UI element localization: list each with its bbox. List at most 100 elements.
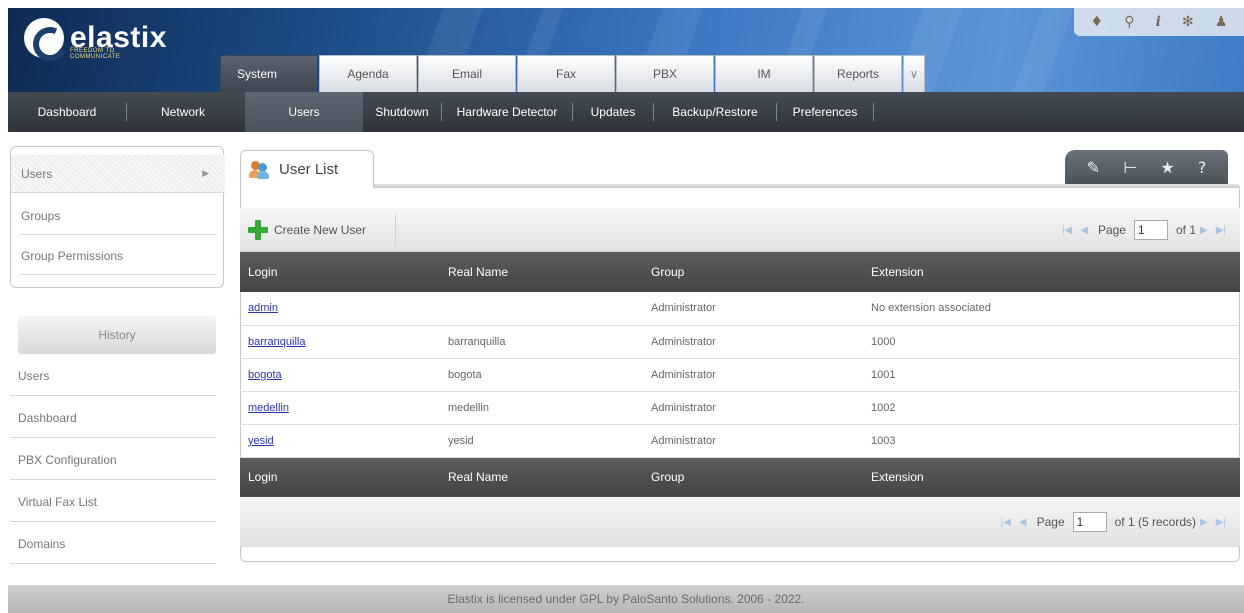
column-header-group: Group xyxy=(643,252,863,292)
submenu-shutdown[interactable]: Shutdown xyxy=(363,92,441,132)
triangle-right-icon: ▶ xyxy=(202,168,209,178)
next-page-icon[interactable]: ▶ xyxy=(1200,517,1208,528)
cell-real-name: barranquilla xyxy=(440,325,643,359)
table-row: bogota bogota Administrator 1001 xyxy=(240,358,1240,392)
cell-extension: No extension associated xyxy=(863,292,1240,326)
last-page-icon[interactable]: ▶| xyxy=(1216,225,1226,236)
info-icon[interactable]: i xyxy=(1156,14,1161,30)
cell-login: medellin xyxy=(240,391,440,425)
page-label: Page xyxy=(1097,223,1126,237)
create-new-user-button[interactable]: Create New User xyxy=(248,214,396,246)
pager-top: |◀ ◀ Page 1 of 1 ▶ ▶| xyxy=(1058,220,1230,240)
create-new-user-label: Create New User xyxy=(274,223,367,237)
panel-title-divider xyxy=(372,184,1240,188)
footer-license-text: Elastix is licensed under GPL by PaloSan… xyxy=(447,592,805,606)
prev-page-icon[interactable]: ◀ xyxy=(1019,517,1027,528)
page-total-label: of 1 (5 records) xyxy=(1114,515,1196,529)
submenu-preferences[interactable]: Preferences xyxy=(777,92,873,132)
list-toolbar: Create New User |◀ ◀ Page 1 of 1 ▶ ▶| xyxy=(240,208,1240,252)
column-header-login: Login xyxy=(240,252,440,292)
sidebar-item-label: Groups xyxy=(21,208,61,223)
column-footer-extension: Extension xyxy=(863,457,1240,497)
last-page-icon[interactable]: ▶| xyxy=(1216,517,1226,528)
cell-real-name xyxy=(440,292,643,326)
first-page-icon[interactable]: |◀ xyxy=(1062,225,1072,236)
drop-icon[interactable]: ♦ xyxy=(1091,14,1104,30)
users-table: Login Real Name Group Extension admin Ad… xyxy=(240,252,1240,497)
submenu-updates[interactable]: Updates xyxy=(573,92,653,132)
cell-real-name: yesid xyxy=(440,424,643,458)
column-footer-login: Login xyxy=(240,457,440,497)
pager-bar-bottom: |◀ ◀ Page 1 of 1 (5 records) ▶ ▶| xyxy=(240,497,1240,547)
sidebar-item-label: Users xyxy=(21,166,53,181)
sidebar-item-users[interactable]: Users ▶ xyxy=(11,155,225,193)
history-item-domains[interactable]: Domains xyxy=(10,524,216,564)
submenu-dashboard[interactable]: Dashboard xyxy=(8,92,126,132)
history-item-pbx-configuration[interactable]: PBX Configuration xyxy=(10,440,216,480)
plus-icon xyxy=(248,220,268,240)
user-login-link[interactable]: admin xyxy=(248,302,278,314)
header-decoration xyxy=(1012,8,1074,92)
header-tool-icons: ♦ ⚲ i ✻ ♟ xyxy=(1074,8,1244,36)
help-icon[interactable]: ? xyxy=(1198,158,1207,177)
sidebar-item-groups[interactable]: Groups xyxy=(21,197,217,235)
cell-real-name: medellin xyxy=(440,391,643,425)
tab-pbx[interactable]: PBX xyxy=(616,55,714,92)
first-page-icon[interactable]: |◀ xyxy=(1001,517,1011,528)
history-item-dashboard[interactable]: Dashboard xyxy=(10,398,216,438)
tab-system[interactable]: System xyxy=(220,55,318,92)
panel-title-tab: User List xyxy=(240,150,374,188)
app-header: elastix FREEDOM TO COMMUNICATE ♦ ⚲ i ✻ ♟… xyxy=(8,8,1244,92)
submenu-backup-restore[interactable]: Backup/Restore xyxy=(654,92,776,132)
star-icon[interactable]: ★ xyxy=(1160,158,1174,177)
table-footer-row: Login Real Name Group Extension xyxy=(240,457,1240,497)
submenu-hardware-detector[interactable]: Hardware Detector xyxy=(442,92,572,132)
cell-group: Administrator xyxy=(643,424,863,458)
page-input[interactable]: 1 xyxy=(1072,512,1107,532)
sidebar-item-label: Group Permissions xyxy=(21,248,124,263)
page-input[interactable]: 1 xyxy=(1133,220,1168,240)
cell-real-name: bogota xyxy=(440,358,643,392)
tab-email[interactable]: Email xyxy=(418,55,516,92)
cell-login: barranquilla xyxy=(240,325,440,359)
column-header-real-name: Real Name xyxy=(440,252,643,292)
table-row: yesid yesid Administrator 1003 xyxy=(240,424,1240,458)
addon-icon[interactable]: ✻ xyxy=(1182,14,1194,30)
table-row: admin Administrator No extension associa… xyxy=(240,292,1240,326)
user-login-link[interactable]: barranquilla xyxy=(248,336,305,348)
cell-login: yesid xyxy=(240,424,440,458)
submenu-users[interactable]: Users xyxy=(245,92,363,132)
user-login-link[interactable]: bogota xyxy=(248,369,282,381)
edit-icon[interactable]: ✎ xyxy=(1087,158,1100,177)
cell-group: Administrator xyxy=(643,391,863,425)
tab-reports[interactable]: Reports xyxy=(814,55,902,92)
more-tabs-chevron-icon[interactable]: ∨ xyxy=(903,55,925,92)
sidebar-menu: Users ▶ Groups Group Permissions xyxy=(10,146,225,288)
table-header-row: Login Real Name Group Extension xyxy=(240,252,1240,292)
elastix-logo[interactable]: elastix FREEDOM TO COMMUNICATE xyxy=(24,18,167,60)
cell-group: Administrator xyxy=(643,325,863,359)
column-header-extension: Extension xyxy=(863,252,1240,292)
history-item-users[interactable]: Users xyxy=(10,356,216,396)
user-icon[interactable]: ♟ xyxy=(1215,14,1228,30)
user-login-link[interactable]: medellin xyxy=(248,402,289,414)
column-footer-group: Group xyxy=(643,457,863,497)
cell-extension: 1002 xyxy=(863,391,1240,425)
sidebar-item-group-permissions[interactable]: Group Permissions xyxy=(21,237,217,275)
user-login-link[interactable]: yesid xyxy=(248,435,274,447)
table-row: medellin medellin Administrator 1002 xyxy=(240,391,1240,425)
panel-title: User List xyxy=(279,161,339,178)
pin-icon[interactable]: ⊢ xyxy=(1123,158,1137,177)
search-icon[interactable]: ⚲ xyxy=(1124,14,1134,30)
next-page-icon[interactable]: ▶ xyxy=(1200,225,1208,236)
tab-im[interactable]: IM xyxy=(715,55,813,92)
elastix-logo-icon xyxy=(24,18,64,58)
cell-group: Administrator xyxy=(643,292,863,326)
logo-tagline: FREEDOM TO COMMUNICATE xyxy=(70,48,121,60)
tab-fax[interactable]: Fax xyxy=(517,55,615,92)
history-item-virtual-fax-list[interactable]: Virtual Fax List xyxy=(10,482,216,522)
tab-agenda[interactable]: Agenda xyxy=(319,55,417,92)
submenu-network[interactable]: Network xyxy=(127,92,211,132)
prev-page-icon[interactable]: ◀ xyxy=(1080,225,1088,236)
cell-login: bogota xyxy=(240,358,440,392)
